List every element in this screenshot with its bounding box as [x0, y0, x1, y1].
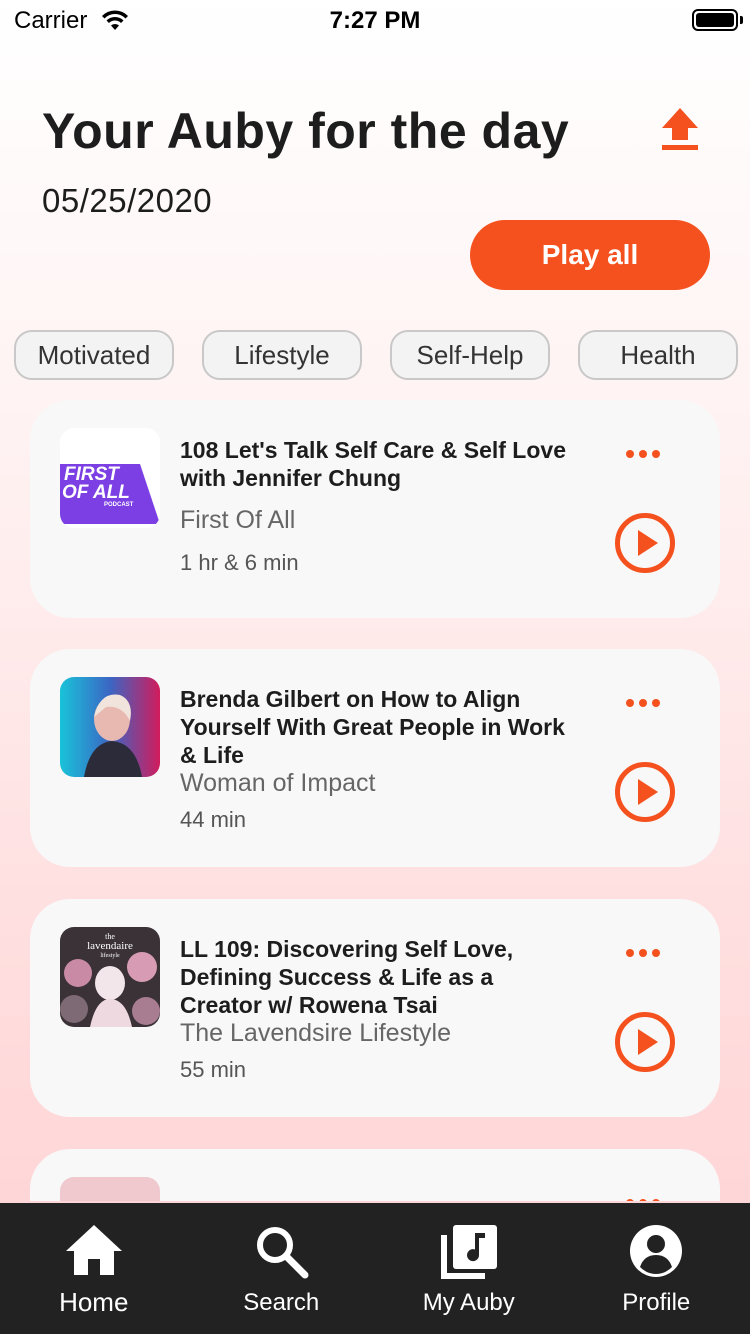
chip-health[interactable]: Health	[578, 330, 738, 380]
profile-icon	[630, 1225, 683, 1277]
tab-label: Profile	[622, 1289, 691, 1316]
tab-label: Search	[243, 1289, 320, 1316]
play-icon[interactable]	[614, 1011, 676, 1073]
more-options-icon[interactable]	[618, 1193, 668, 1201]
battery-icon	[692, 9, 738, 31]
tab-label: My Auby	[422, 1289, 515, 1316]
play-all-button[interactable]: Play all	[470, 220, 710, 290]
status-time: 7:27 PM	[329, 7, 421, 34]
page-title: Your Auby for the day	[42, 103, 570, 159]
play-icon[interactable]	[614, 512, 676, 574]
podcast-name: First Of All	[180, 506, 296, 534]
podcast-name: Woman of Impact	[180, 769, 376, 797]
podcast-artwork	[60, 677, 160, 777]
episode-list: FIRST OF ALL PODCAST 108 Let's Talk Self…	[0, 398, 750, 1201]
home-icon	[65, 1225, 122, 1275]
episode-card[interactable]: the lavendaire lifestyle LL 109: Discove…	[30, 899, 720, 1117]
library-music-icon	[440, 1225, 497, 1279]
artwork-text: OF ALL	[62, 482, 130, 503]
more-options-icon[interactable]	[618, 444, 668, 464]
episode-title: LL 109: Discovering Self Love, Defining …	[180, 936, 514, 1018]
more-options-icon[interactable]	[618, 693, 668, 713]
category-chips: Motivated Lifestyle Self-Help Health	[14, 330, 738, 380]
page-date: 05/25/2020	[42, 182, 213, 219]
tab-my-auby[interactable]: My Auby	[375, 1203, 563, 1334]
episode-title: Brenda Gilbert on How to Align Yourself …	[180, 686, 565, 768]
episode-duration: 55 min	[180, 1057, 247, 1082]
episode-title: 108 Let's Talk Self Care & Self Love wit…	[180, 437, 566, 491]
status-bar: Carrier 7:27 PM	[0, 0, 750, 40]
tab-bar: Home Search My Auby Profile	[0, 1203, 750, 1334]
episode-duration: 44 min	[180, 807, 247, 832]
podcast-name: The Lavendsire Lifestyle	[180, 1019, 451, 1047]
search-icon	[257, 1227, 309, 1279]
episode-card[interactable]: Brenda Gilbert on How to Align Yourself …	[30, 649, 720, 867]
tab-search[interactable]: Search	[188, 1203, 376, 1334]
episode-card[interactable]	[30, 1149, 720, 1201]
podcast-artwork: the lavendaire lifestyle	[60, 927, 160, 1027]
battery-tip	[740, 16, 743, 24]
chip-self-help[interactable]: Self-Help	[390, 330, 550, 380]
artwork-text: PODCAST	[104, 502, 134, 508]
more-options-icon[interactable]	[618, 943, 668, 963]
episode-duration: 1 hr & 6 min	[180, 550, 299, 575]
artwork-text: lavendaire	[87, 940, 133, 952]
chip-lifestyle[interactable]: Lifestyle	[202, 330, 362, 380]
tab-profile[interactable]: Profile	[563, 1203, 750, 1334]
upload-icon[interactable]	[660, 106, 700, 152]
tab-home[interactable]: Home	[0, 1203, 188, 1334]
podcast-artwork	[60, 1177, 160, 1201]
play-icon[interactable]	[614, 761, 676, 823]
tab-label: Home	[59, 1287, 129, 1317]
podcast-artwork: FIRST OF ALL PODCAST	[60, 428, 160, 528]
chip-motivated[interactable]: Motivated	[14, 330, 174, 380]
episode-card[interactable]: FIRST OF ALL PODCAST 108 Let's Talk Self…	[30, 400, 720, 618]
artwork-text: lifestyle	[100, 952, 120, 959]
